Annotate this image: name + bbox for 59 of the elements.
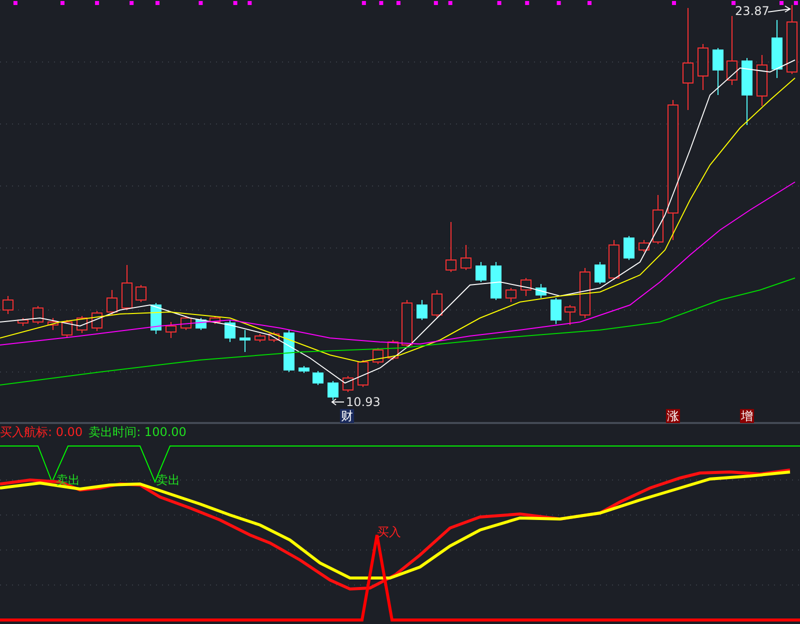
candlestick — [506, 288, 516, 302]
event-marker: 财 — [340, 409, 354, 423]
candlestick — [698, 44, 708, 90]
candlestick — [446, 222, 456, 272]
candlestick — [712, 48, 724, 96]
candlestick — [48, 318, 58, 330]
candlestick — [550, 298, 562, 324]
candlestick — [520, 278, 532, 296]
candlestick — [432, 290, 442, 318]
candlestick — [210, 316, 220, 324]
candlestick — [786, 4, 798, 74]
candlestick — [476, 262, 486, 282]
candlestick — [268, 332, 280, 342]
candlestick — [402, 300, 412, 348]
candlestick — [624, 236, 634, 260]
candlestick — [594, 262, 606, 284]
candlestick — [62, 320, 72, 338]
low-arrow-icon — [331, 398, 344, 406]
candlestick — [372, 348, 384, 364]
candlestick — [254, 334, 266, 342]
candlestick — [460, 244, 472, 270]
candlestick — [2, 296, 14, 314]
candlestick — [608, 240, 620, 280]
candlestick — [416, 300, 428, 320]
candlestick — [726, 16, 738, 86]
candlestick — [122, 264, 132, 310]
candlestick — [106, 290, 118, 316]
candlestick — [166, 322, 176, 338]
indicator-legend: 买入航标: 0.00 — [0, 425, 83, 440]
candlestick — [580, 268, 590, 318]
candlestick — [328, 380, 338, 400]
candlestick — [196, 318, 206, 330]
event-marker: 增 — [740, 409, 754, 423]
candlestick — [490, 262, 502, 300]
candlestick — [32, 306, 44, 324]
candlestick — [298, 366, 310, 374]
low-price-label: 10.93 — [346, 395, 380, 409]
signal-label: 卖出 — [156, 473, 180, 487]
event-marker: 涨 — [666, 409, 680, 423]
candlestick — [756, 54, 768, 106]
candlestick — [564, 304, 576, 326]
candlestick — [742, 58, 752, 126]
high-arrow-icon — [768, 6, 791, 12]
indicator-legend: 卖出时间: 100.00 — [88, 425, 186, 440]
candlestick — [342, 376, 354, 392]
candlestick — [536, 284, 546, 298]
candlestick — [224, 320, 236, 342]
candlestick — [358, 360, 368, 388]
high-price-label: 23.87 — [735, 4, 770, 18]
candlestick — [284, 330, 294, 372]
candlestick — [652, 194, 664, 244]
candlestick — [240, 330, 250, 352]
candlestick — [136, 284, 146, 302]
candlestick — [638, 240, 650, 252]
candlestick — [772, 20, 782, 78]
candlestick — [180, 316, 192, 330]
signal-label: 买入 — [377, 525, 401, 539]
candlestick — [18, 318, 28, 326]
candlestick — [312, 370, 324, 386]
